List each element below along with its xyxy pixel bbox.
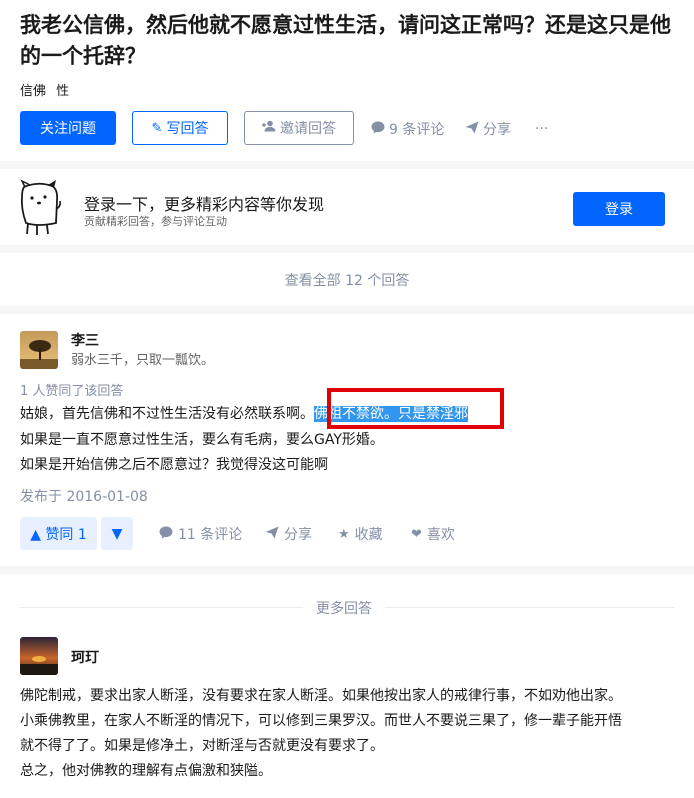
- answer-comments-button[interactable]: 11 条评论: [159, 524, 242, 544]
- star-icon: ★: [338, 526, 350, 542]
- answer-share-button[interactable]: 分享: [265, 524, 312, 544]
- question-tags: 信佛 性: [20, 80, 75, 99]
- tag-buddhism[interactable]: 信佛: [20, 84, 46, 99]
- comment-icon: [371, 121, 385, 138]
- more-answer-line-1: 佛陀制戒，要求出家人断淫，没有要求在家人断淫。如果他按出家人的戒律行事，不如劝他…: [20, 688, 622, 704]
- like-label: 喜欢: [426, 527, 455, 543]
- answer-share-label: 分享: [284, 527, 312, 543]
- question-title: 我老公信佛，然后他就不愿意过性生活，请问这正常吗？还是这只是他的一个托辞？: [20, 13, 671, 68]
- downvote-icon: ▼: [111, 525, 123, 542]
- question-more-button[interactable]: ···: [535, 118, 548, 140]
- author-name[interactable]: 珂玎: [71, 647, 99, 667]
- question-share-button[interactable]: 分享: [465, 118, 511, 140]
- login-banner: 登录一下，更多精彩内容等你发现 贡献精彩回答，参与评论互动 登录: [0, 169, 694, 245]
- answer-comments-label: 11 条评论: [178, 527, 243, 543]
- write-answer-label: 写回答: [166, 121, 209, 137]
- answer-line-1-text: 姑娘，首先信佛和不过性生活没有必然联系啊。: [20, 406, 314, 422]
- upvote-button[interactable]: ▲ 赞同 1: [20, 517, 97, 550]
- view-all-answers-label: 查看全部 12 个回答: [284, 272, 410, 289]
- paper-plane-icon: [465, 121, 479, 138]
- more-answers-label: 更多回答: [303, 598, 385, 618]
- author-bio: 弱水三千，只取一瓢饮。: [71, 353, 215, 368]
- answer-item: 李三 弱水三千，只取一瓢饮。 1 人赞同了该回答 姑娘，首先信佛和不过性生活没有…: [0, 314, 694, 566]
- question-comments-label: 9 条评论: [389, 122, 445, 138]
- login-button-label: 登录: [605, 202, 633, 218]
- downvote-button[interactable]: ▼: [101, 517, 133, 550]
- follow-question-button[interactable]: 关注问题: [20, 111, 116, 145]
- follow-question-label: 关注问题: [40, 121, 96, 137]
- upvote-label: ▲ 赞同 1: [30, 526, 87, 543]
- invite-answer-label: 邀请回答: [280, 121, 336, 137]
- avatar[interactable]: [20, 637, 58, 675]
- answer-line-3: 如果是开始信佛之后不愿意过？我觉得没这可能啊: [20, 457, 328, 473]
- more-dots-icon: ···: [535, 121, 549, 137]
- heart-icon: ❤: [411, 526, 422, 542]
- comment-icon: [159, 526, 173, 543]
- more-answer-line-4: 总之，他对佛教的理解有点偏激和狭隘。: [20, 763, 272, 779]
- collect-label: 收藏: [354, 527, 383, 543]
- like-button[interactable]: ❤ 喜欢: [411, 524, 455, 544]
- add-user-icon: [262, 120, 276, 136]
- tag-sex[interactable]: 性: [56, 84, 69, 99]
- question-header: 我老公信佛，然后他就不愿意过性生活，请问这正常吗？还是这只是他的一个托辞？ 信佛…: [0, 0, 694, 161]
- answer-line-2: 如果是一直不愿意过性生活，要么有毛病，要么GAY形婚。: [20, 432, 384, 448]
- view-all-answers-link[interactable]: 查看全部 12 个回答: [0, 253, 694, 306]
- question-comments-button[interactable]: 9 条评论: [371, 118, 444, 140]
- paper-plane-icon: [265, 526, 279, 543]
- more-answer-line-2: 小乘佛教里，在家人不断淫的情况下，可以修到三果罗汉。而世人不要说三果了，修一辈子…: [20, 713, 622, 729]
- dog-mascot-icon: [18, 179, 62, 241]
- publish-date: 发布于 2016-01-08: [20, 489, 148, 505]
- more-answers-section: 更多回答 珂玎 佛陀制戒，要求出家人断淫，没有要求在家人断淫。如果他按出家人的戒…: [0, 574, 694, 798]
- annotation-box: [327, 388, 504, 429]
- more-answer-line-3: 就不得了了。如果是修净土，对断淫与否就更没有要求了。: [20, 738, 384, 754]
- question-share-label: 分享: [483, 122, 511, 138]
- write-answer-button[interactable]: ✎ 写回答: [132, 111, 228, 145]
- avatar[interactable]: [20, 331, 58, 369]
- login-button[interactable]: 登录: [573, 192, 665, 226]
- author-name[interactable]: 李三: [71, 330, 99, 350]
- upvote-note: 1 人赞同了该回答: [20, 384, 124, 399]
- invite-answer-button[interactable]: 邀请回答: [244, 111, 354, 145]
- pencil-icon: ✎: [151, 120, 163, 136]
- collect-button[interactable]: ★ 收藏: [338, 524, 383, 544]
- login-subtitle: 贡献精彩回答，参与评论互动: [84, 215, 227, 228]
- login-title: 登录一下，更多精彩内容等你发现: [84, 195, 325, 214]
